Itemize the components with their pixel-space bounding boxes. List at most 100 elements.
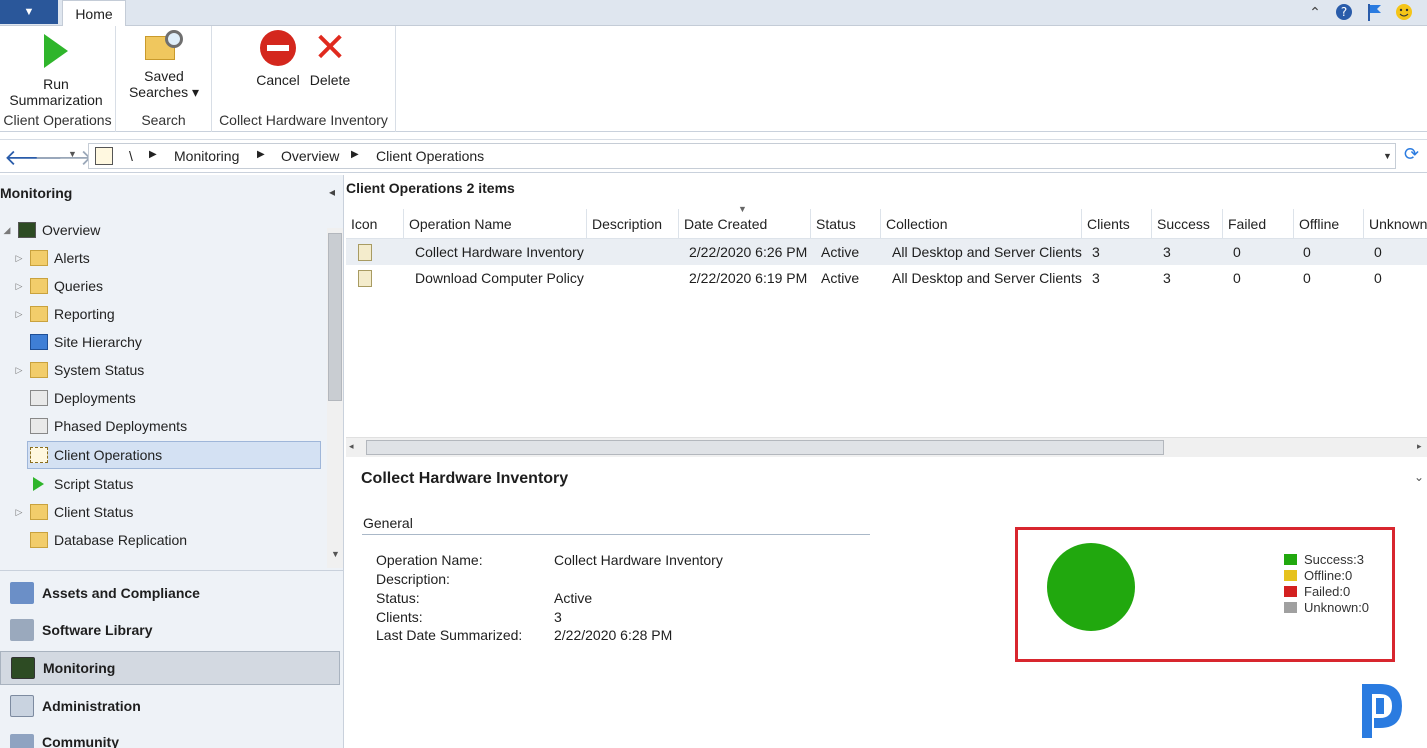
play-icon bbox=[30, 476, 48, 492]
legend-item-unknown: Unknown:0 bbox=[1284, 599, 1369, 615]
database-replication-icon bbox=[30, 532, 48, 548]
field-label: Last Date Summarized: bbox=[376, 627, 523, 643]
grid-column-headers: Icon Operation Name Description Date Cre… bbox=[346, 209, 1427, 239]
workspace-monitoring[interactable]: Monitoring bbox=[0, 651, 340, 685]
overview-icon bbox=[18, 222, 36, 238]
delete-icon: ✕ bbox=[313, 26, 347, 70]
tree-item-client-status[interactable]: ▷ Client Status bbox=[0, 499, 320, 525]
workspace-community[interactable]: Community bbox=[0, 726, 340, 748]
legend-swatch bbox=[1284, 585, 1297, 597]
breadcrumb-separator-icon[interactable]: ▶ bbox=[351, 149, 359, 160]
tree-item-site-hierarchy[interactable]: Site Hierarchy bbox=[0, 329, 320, 355]
breadcrumb-separator-icon[interactable]: ▶ bbox=[257, 149, 265, 160]
expand-arrow-icon[interactable]: ▷ bbox=[14, 365, 24, 376]
column-header-operation-name[interactable]: Operation Name bbox=[404, 209, 587, 239]
tree-scrollbar-thumb[interactable] bbox=[328, 233, 342, 401]
tree-item-client-operations[interactable]: Client Operations bbox=[0, 442, 320, 468]
saved-searches-icon bbox=[145, 30, 183, 62]
table-row[interactable]: Collect Hardware Inventory 2/22/2020 6:2… bbox=[346, 239, 1427, 265]
tree-item-database-replication[interactable]: Database Replication bbox=[0, 527, 320, 553]
breadcrumb-monitoring[interactable]: Monitoring bbox=[174, 148, 239, 164]
tree-item-overview[interactable]: ◢ Overview bbox=[0, 217, 320, 243]
scroll-down-icon[interactable]: ▼ bbox=[331, 549, 340, 559]
column-header-collection[interactable]: Collection bbox=[881, 209, 1082, 239]
column-header-clients[interactable]: Clients bbox=[1082, 209, 1152, 239]
legend-swatch bbox=[1284, 553, 1297, 565]
cell-collection: All Desktop and Server Clients bbox=[892, 244, 1082, 260]
workspace-assets-and-compliance[interactable]: Assets and Compliance bbox=[0, 576, 340, 610]
app-menu-button[interactable]: ▼ bbox=[0, 0, 58, 24]
cancel-icon bbox=[260, 30, 296, 66]
collapse-details-icon[interactable]: ⌄ bbox=[1414, 470, 1424, 484]
tab-home[interactable]: Home bbox=[62, 0, 126, 27]
forward-icon[interactable]: 🡒 bbox=[34, 145, 93, 171]
breadcrumb-client-operations[interactable]: Client Operations bbox=[376, 148, 484, 164]
table-row[interactable]: Download Computer Policy 2/22/2020 6:19 … bbox=[346, 265, 1427, 291]
column-header-status[interactable]: Status bbox=[811, 209, 881, 239]
column-header-failed[interactable]: Failed bbox=[1223, 209, 1294, 239]
phased-deployments-icon bbox=[30, 418, 48, 434]
ribbon-group-client-operations: Run Summarization Client Operations bbox=[0, 26, 116, 132]
tree-item-phased-deployments[interactable]: Phased Deployments bbox=[0, 413, 320, 439]
column-header-offline[interactable]: Offline bbox=[1294, 209, 1364, 239]
cell-date-created: 2/22/2020 6:19 PM bbox=[689, 270, 808, 286]
folder-icon bbox=[30, 504, 48, 520]
collapse-ribbon-icon[interactable]: ⌃ bbox=[1308, 2, 1322, 22]
details-title: Collect Hardware Inventory bbox=[361, 470, 569, 487]
address-bar: 🡐 🡒 ▼ \ ▶ Monitoring ▶ Overview ▶ Client… bbox=[0, 139, 1427, 173]
ribbon-group-label: Collect Hardware Inventory bbox=[219, 112, 388, 128]
column-header-description[interactable]: Description bbox=[587, 209, 679, 239]
monitoring-icon bbox=[11, 657, 35, 679]
help-icon[interactable]: ? bbox=[1334, 2, 1354, 22]
tree-item-reporting[interactable]: ▷ Reporting bbox=[0, 301, 320, 327]
cell-offline: 0 bbox=[1303, 244, 1311, 260]
scroll-right-icon[interactable]: ▸ bbox=[1417, 441, 1422, 452]
cancel-button[interactable]: Cancel bbox=[254, 30, 302, 88]
scroll-left-icon[interactable]: ◂ bbox=[349, 441, 354, 452]
collapse-arrow-icon[interactable]: ◢ bbox=[2, 225, 12, 236]
grid-scrollbar-thumb[interactable] bbox=[366, 440, 1164, 455]
cell-collection: All Desktop and Server Clients bbox=[892, 270, 1082, 286]
breadcrumb-separator-icon[interactable]: ▶ bbox=[149, 149, 157, 160]
folder-icon bbox=[30, 362, 48, 378]
flag-icon[interactable] bbox=[1364, 2, 1384, 22]
delete-button[interactable]: ✕ Delete bbox=[306, 26, 354, 88]
administration-icon bbox=[10, 695, 34, 717]
tree-item-alerts[interactable]: ▷ Alerts bbox=[0, 245, 320, 271]
tree-item-system-status[interactable]: ▷ System Status bbox=[0, 357, 320, 383]
legend-item-failed: Failed:0 bbox=[1284, 583, 1350, 599]
smiley-icon[interactable] bbox=[1394, 2, 1414, 22]
expand-arrow-icon[interactable]: ▷ bbox=[14, 309, 24, 320]
collapse-pane-icon[interactable]: ◂ bbox=[329, 185, 335, 199]
workspace-administration[interactable]: Administration bbox=[0, 689, 340, 723]
column-header-success[interactable]: Success bbox=[1152, 209, 1223, 239]
cell-status: Active bbox=[821, 244, 860, 260]
folder-icon bbox=[30, 306, 48, 322]
breadcrumb-overview[interactable]: Overview bbox=[281, 148, 339, 164]
ribbon-group-label: Search bbox=[141, 112, 186, 128]
address-dropdown-icon[interactable]: ▼ bbox=[1383, 151, 1392, 161]
column-header-unknown[interactable]: Unknown bbox=[1364, 209, 1427, 239]
saved-searches-button[interactable]: Saved Searches ▾ bbox=[124, 30, 204, 100]
ribbon-group-search: Saved Searches ▾ Search bbox=[116, 26, 212, 132]
client-operation-icon bbox=[358, 243, 372, 261]
expand-arrow-icon[interactable]: ▷ bbox=[14, 507, 24, 518]
breadcrumb-root[interactable]: \ bbox=[129, 148, 133, 164]
workspace-software-library[interactable]: Software Library bbox=[0, 613, 340, 647]
expand-arrow-icon[interactable]: ▷ bbox=[14, 281, 24, 292]
refresh-icon[interactable]: ⟳ bbox=[1404, 144, 1419, 165]
ribbon: Run Summarization Client Operations Save… bbox=[0, 26, 1427, 132]
cell-unknown: 0 bbox=[1374, 270, 1382, 286]
field-label: Description: bbox=[376, 571, 450, 587]
field-value-operation-name: Collect Hardware Inventory bbox=[554, 552, 723, 568]
tree-item-deployments[interactable]: Deployments bbox=[0, 385, 320, 411]
column-header-icon[interactable]: Icon bbox=[346, 209, 404, 239]
tree-item-script-status[interactable]: Script Status bbox=[0, 471, 320, 497]
cell-failed: 0 bbox=[1233, 270, 1241, 286]
column-header-date-created[interactable]: Date Created bbox=[679, 209, 811, 239]
run-summarization-button[interactable]: Run Summarization bbox=[6, 30, 106, 108]
field-label: Operation Name: bbox=[376, 552, 483, 568]
tree-item-queries[interactable]: ▷ Queries bbox=[0, 273, 320, 299]
expand-arrow-icon[interactable]: ▷ bbox=[14, 253, 24, 264]
history-dropdown-icon[interactable]: ▼ bbox=[68, 149, 77, 159]
